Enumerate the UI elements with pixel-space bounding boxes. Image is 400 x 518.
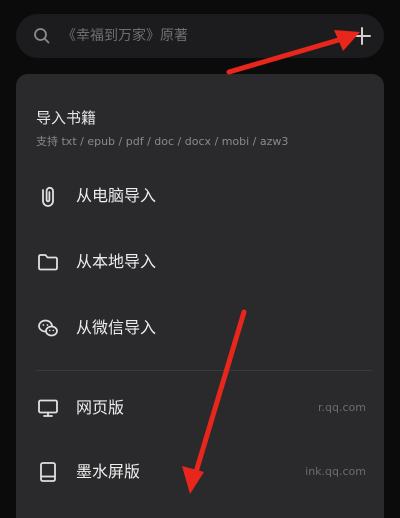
eink-version-url: ink.qq.com [305,465,366,478]
web-version-label: 网页版 [76,398,125,417]
supported-formats: 支持 txt / epub / pdf / doc / docx / mobi … [36,135,289,148]
import-from-local-label: 从本地导入 [76,252,157,271]
web-version[interactable]: 网页版 r.qq.com [16,384,384,432]
menu-title: 导入书籍 [36,109,97,127]
ereader-icon [40,462,56,482]
import-from-local[interactable]: 从本地导入 [16,238,384,286]
eink-version-label: 墨水屏版 [76,462,141,481]
import-from-computer[interactable]: 从电脑导入 [16,172,384,220]
search-bar[interactable]: 《幸福到万家》原著 [16,14,384,58]
folder-icon [38,254,58,271]
wechat-icon [38,319,58,337]
eink-version[interactable]: 墨水屏版 ink.qq.com [16,448,384,496]
web-version-url: r.qq.com [318,401,366,414]
import-from-computer-label: 从电脑导入 [76,186,157,205]
screen: 《幸福到万家》原著 导入书籍 支持 txt / epub / pdf / doc… [0,0,400,518]
import-menu: 导入书籍 支持 txt / epub / pdf / doc / docx / … [16,74,384,518]
import-from-wechat[interactable]: 从微信导入 [16,304,384,352]
add-icon[interactable] [350,24,374,48]
monitor-icon [38,399,58,417]
search-placeholder: 《幸福到万家》原著 [62,28,188,44]
search-icon [34,28,50,44]
import-from-wechat-label: 从微信导入 [76,318,157,337]
menu-divider [36,370,372,371]
paperclip-icon [42,186,54,207]
